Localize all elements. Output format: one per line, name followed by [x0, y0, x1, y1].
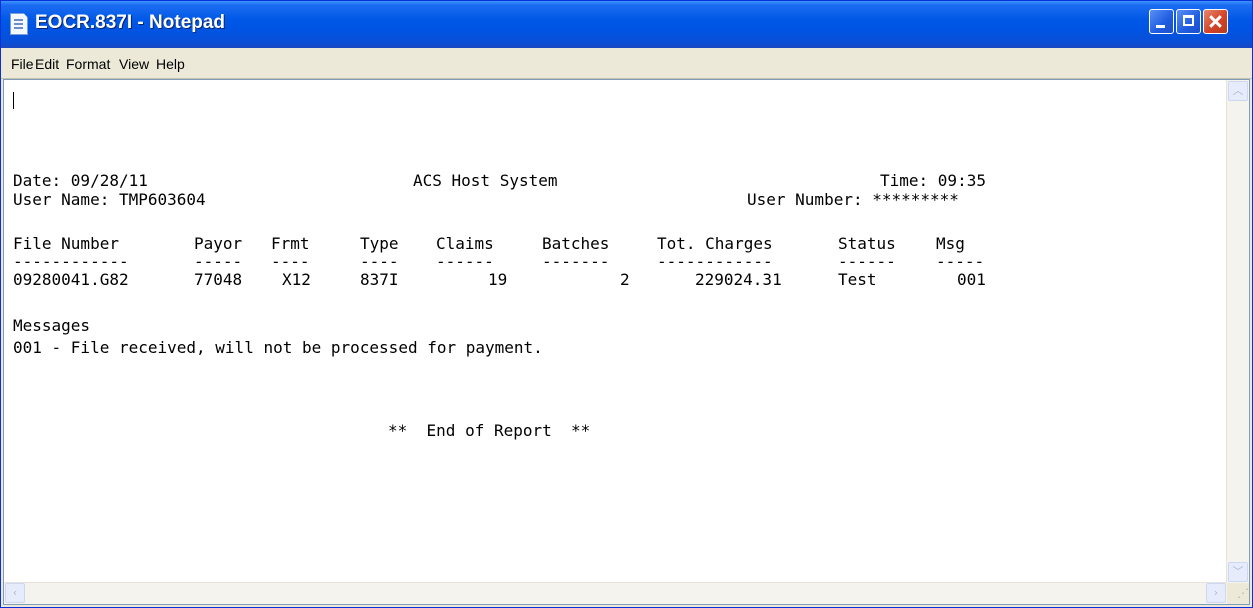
menu-edit[interactable]: Edit — [35, 56, 59, 72]
end-of-report: ** End of Report ** — [388, 421, 591, 440]
chevron-right-icon: › — [1213, 586, 1219, 599]
chevron-left-icon: ‹ — [12, 586, 18, 599]
cell-tot-charges: 229024.31 — [695, 270, 782, 289]
report-user-name: User Name: TMP603604 — [13, 190, 206, 209]
cell-claims: 19 — [488, 270, 508, 289]
col-header-type: Type — [360, 234, 399, 253]
col-header-status: Status — [838, 234, 896, 253]
scroll-left-button[interactable]: ‹ — [5, 583, 25, 603]
report-system-name: ACS Host System — [413, 171, 558, 190]
text-caret — [13, 92, 14, 109]
text-editor[interactable]: Date: 09/28/11 ACS Host System Time: 09:… — [3, 79, 1250, 605]
title-bar[interactable]: EOCR.837I - Notepad — [1, 1, 1252, 48]
col-separator: ------ — [436, 252, 494, 271]
document-text[interactable]: Date: 09/28/11 ACS Host System Time: 09:… — [4, 80, 1227, 585]
report-user-number: User Number: ********* — [747, 190, 959, 209]
col-separator: ----- — [936, 252, 985, 271]
col-header-tot-charges: Tot. Charges — [657, 234, 773, 253]
notepad-icon — [10, 13, 28, 35]
maximize-button[interactable] — [1176, 9, 1201, 34]
menu-file[interactable]: File — [11, 56, 34, 72]
window-title: EOCR.837I - Notepad — [35, 12, 226, 33]
col-header-file-number: File Number — [13, 234, 119, 253]
cell-batches: 2 — [620, 270, 630, 289]
col-header-batches: Batches — [542, 234, 610, 253]
scroll-down-button[interactable]: ﹀ — [1228, 562, 1248, 582]
col-separator: ------- — [542, 252, 610, 271]
close-button[interactable] — [1203, 9, 1228, 34]
col-header-payor: Payor — [194, 234, 243, 253]
chevron-up-icon: ︿ — [1232, 84, 1244, 97]
minimize-button[interactable] — [1149, 9, 1174, 34]
minimize-icon — [1156, 25, 1165, 28]
cell-payor: 77048 — [194, 270, 243, 289]
menu-format[interactable]: Format — [66, 56, 110, 72]
message-line: 001 - File received, will not be process… — [13, 338, 543, 357]
report-date: Date: 09/28/11 — [13, 171, 148, 190]
scroll-up-button[interactable]: ︿ — [1228, 81, 1248, 101]
cell-msg: 001 — [957, 270, 986, 289]
scroll-right-button[interactable]: › — [1206, 583, 1226, 603]
messages-heading: Messages — [13, 316, 91, 335]
col-separator: ---- — [271, 252, 310, 271]
vertical-scrollbar[interactable]: ︿ ﹀ — [1226, 80, 1249, 583]
menu-bar: File Edit Format View Help — [1, 48, 1252, 79]
col-separator: ------------ — [13, 252, 129, 271]
menu-help[interactable]: Help — [156, 56, 185, 72]
report-time: Time: 09:35 — [880, 171, 986, 190]
col-separator: ---- — [360, 252, 399, 271]
col-separator: ------------ — [657, 252, 773, 271]
col-header-claims: Claims — [436, 234, 494, 253]
cell-frmt: X12 — [282, 270, 311, 289]
close-icon — [1204, 10, 1227, 33]
cell-status: Test — [838, 270, 877, 289]
col-header-frmt: Frmt — [271, 234, 310, 253]
notepad-window: EOCR.837I - Notepad File Edit Format Vie… — [0, 0, 1253, 608]
horizontal-scrollbar[interactable]: ‹ › — [4, 582, 1227, 604]
col-separator: ------ — [838, 252, 896, 271]
col-header-msg: Msg — [936, 234, 965, 253]
chevron-down-icon: ﹀ — [1232, 565, 1244, 578]
menu-view[interactable]: View — [119, 56, 149, 72]
cell-type: 837I — [360, 270, 399, 289]
cell-file-number: 09280041.G82 — [13, 270, 129, 289]
maximize-icon — [1183, 15, 1194, 26]
col-separator: ----- — [194, 252, 243, 271]
resize-grip-icon[interactable]: ⋰ — [1227, 583, 1249, 604]
